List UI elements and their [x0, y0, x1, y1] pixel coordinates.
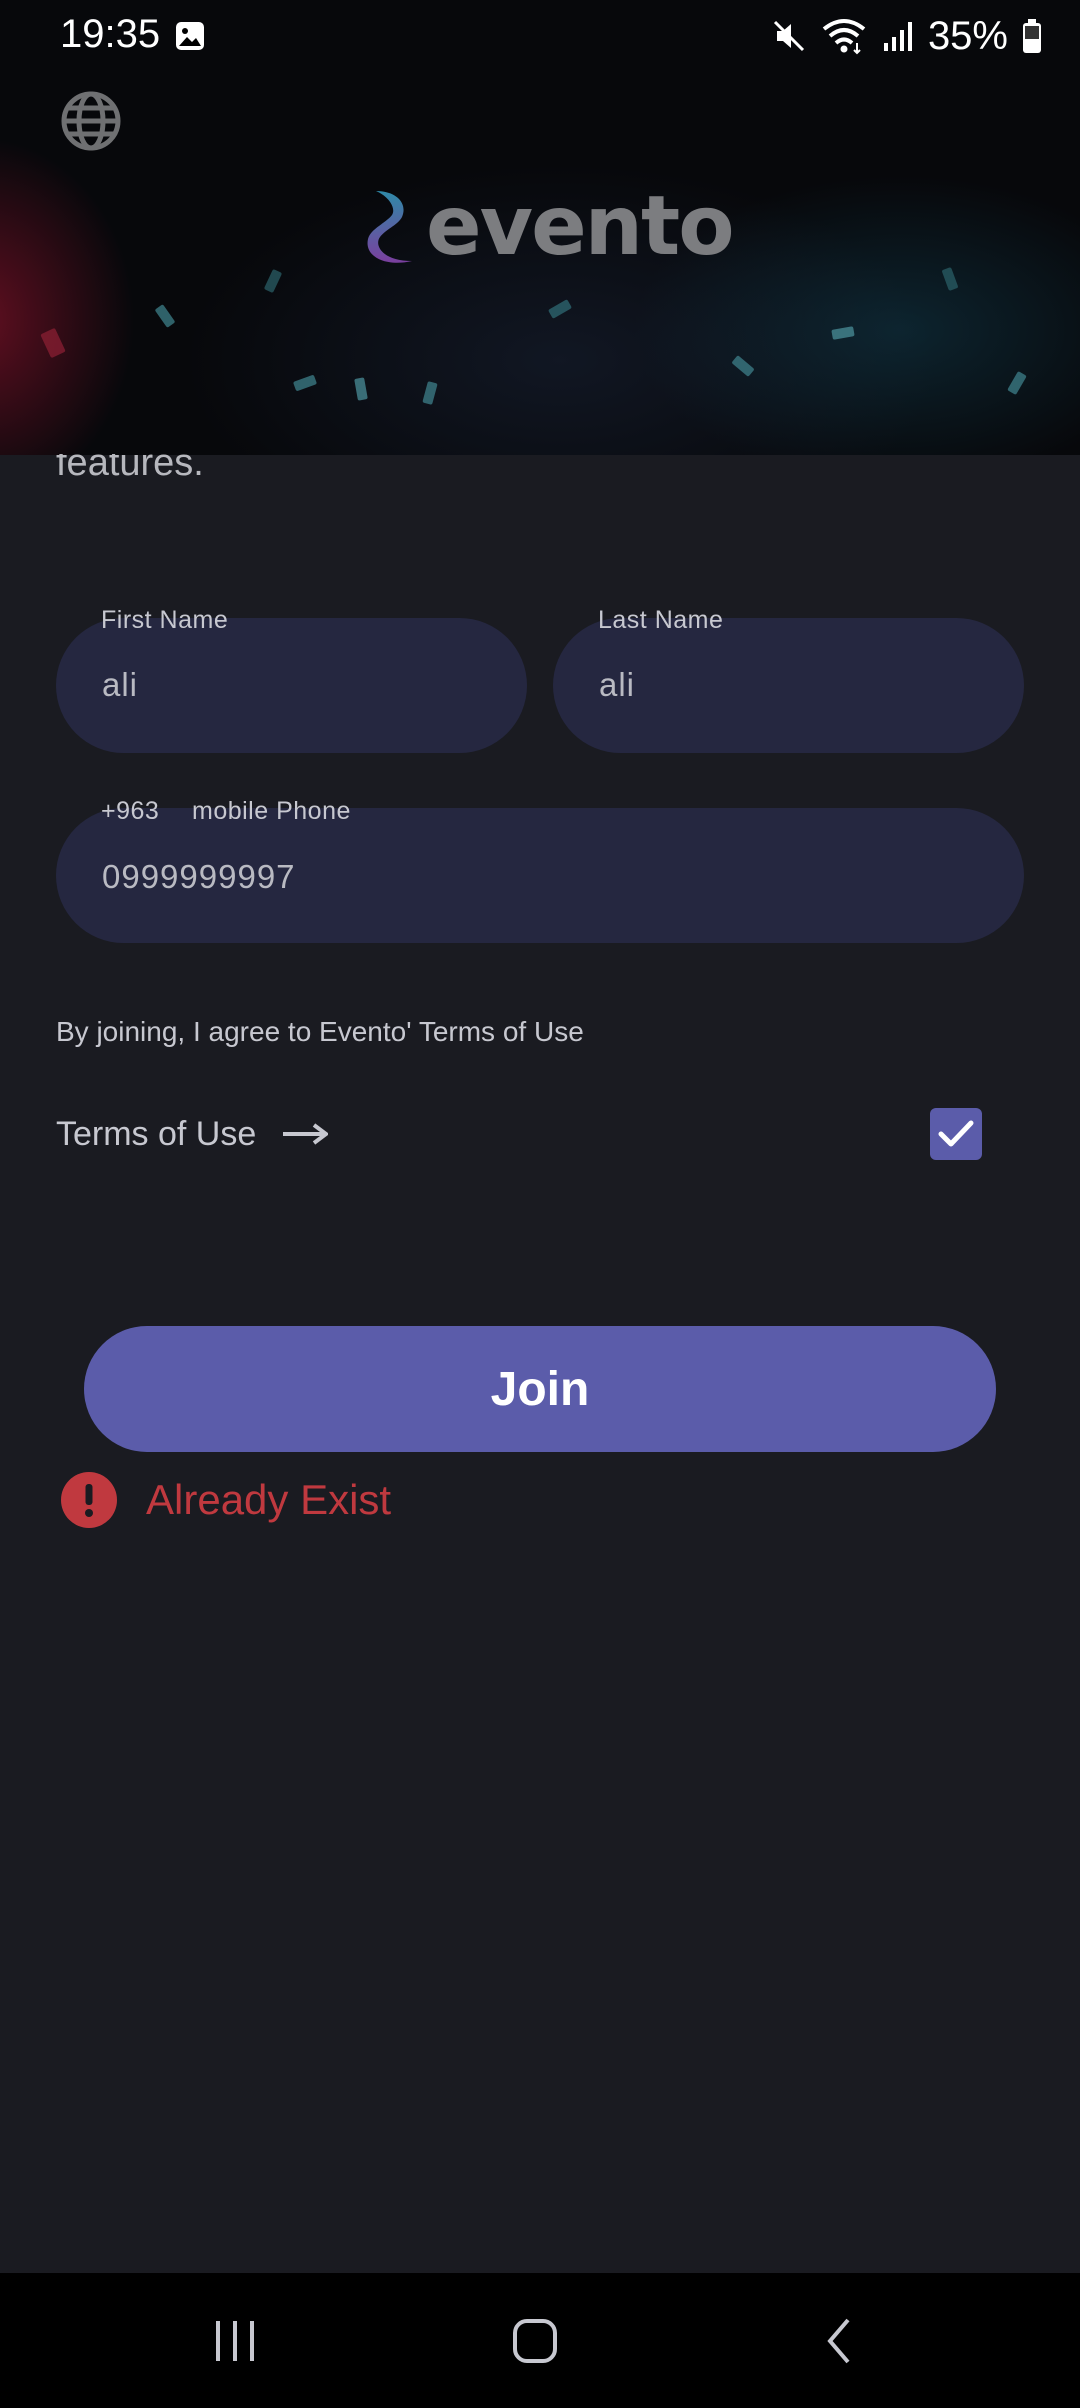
confetti-decoration [1007, 370, 1027, 396]
first-name-value: ali [102, 666, 139, 703]
first-name-field[interactable]: ali [56, 618, 527, 753]
confetti-decoration [731, 355, 755, 377]
confetti-decoration [354, 377, 368, 401]
confetti-decoration [547, 299, 573, 319]
mobile-phone-value: 0999999997 [102, 858, 296, 895]
confetti-decoration [422, 381, 438, 405]
error-icon [61, 1472, 117, 1528]
confetti-decoration [263, 268, 283, 294]
wifi-icon [822, 19, 866, 55]
confetti-decoration [292, 374, 318, 392]
terms-checkbox[interactable] [930, 1108, 982, 1160]
first-name-label: First Name [101, 606, 229, 634]
system-navigation-bar [0, 2273, 1080, 2408]
terms-of-use-link[interactable]: Terms of Use [56, 1112, 329, 1156]
signal-icon [883, 22, 912, 51]
status-time: 19:35 [60, 12, 161, 56]
agreement-text: By joining, I agree to Evento' Terms of … [56, 1016, 584, 1047]
confetti-decoration [941, 266, 959, 292]
error-message: Already Exist [60, 1472, 391, 1528]
confetti-decoration [40, 327, 66, 359]
country-code[interactable]: +963 [101, 797, 159, 826]
logo-text: evento [426, 179, 735, 274]
last-name-value: ali [599, 666, 636, 703]
mute-icon [773, 20, 804, 52]
app-logo: evento [364, 179, 735, 274]
globe-icon[interactable] [58, 88, 124, 154]
battery-percentage: 35% [927, 13, 1008, 58]
home-icon [513, 2318, 557, 2363]
recent-apps-icon [216, 2320, 254, 2361]
error-text: Already Exist [146, 1476, 392, 1523]
battery-icon [1023, 19, 1041, 53]
evento-logo-icon [367, 191, 412, 263]
confetti-decoration [831, 326, 855, 340]
join-button[interactable]: Join [84, 1326, 996, 1452]
status-bar: 19:35 35% [0, 0, 1080, 72]
header-banner: 19:35 35% evento [0, 0, 1080, 455]
last-name-field[interactable]: ali [553, 618, 1024, 753]
terms-of-use-label: Terms of Use [56, 1114, 257, 1153]
checkmark-icon [938, 1120, 974, 1147]
arrow-right-icon [283, 1123, 329, 1145]
back-button[interactable] [785, 2273, 895, 2408]
gallery-icon [176, 22, 204, 50]
mobile-phone-label: mobile Phone [192, 797, 351, 825]
confetti-decoration [154, 304, 176, 328]
recent-apps-button[interactable] [180, 2273, 290, 2408]
home-button[interactable] [480, 2273, 590, 2408]
back-icon [827, 2318, 850, 2363]
mobile-phone-field[interactable]: 0999999997 [56, 808, 1024, 943]
last-name-label: Last Name [598, 606, 724, 634]
